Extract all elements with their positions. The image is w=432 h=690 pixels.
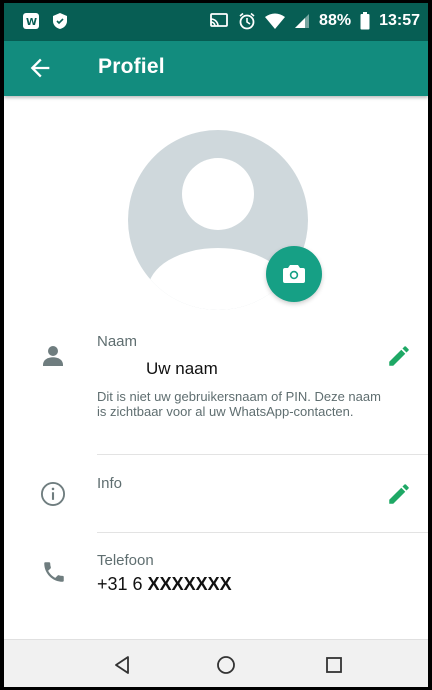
info-row[interactable]: Info xyxy=(4,455,428,532)
edit-name-icon[interactable] xyxy=(386,343,412,369)
name-hint: Dit is niet uw gebruikersnaam of PIN. De… xyxy=(97,389,381,419)
phone-label: Telefoon xyxy=(97,552,154,569)
name-value[interactable]: Uw naam xyxy=(146,359,218,379)
cast-icon xyxy=(210,13,228,27)
phone-value: +31 6 XXXXXXX xyxy=(97,574,232,595)
info-icon xyxy=(40,481,66,507)
profile-photo[interactable] xyxy=(128,130,322,310)
shield-icon xyxy=(53,13,67,29)
back-triangle-icon[interactable] xyxy=(110,653,134,677)
alarm-icon xyxy=(239,12,255,30)
phone-icon xyxy=(44,562,64,582)
status-bar: W 88% 13:57 xyxy=(4,3,428,41)
info-label: Info xyxy=(97,475,123,492)
arrow-back-icon[interactable] xyxy=(26,54,54,82)
battery-icon xyxy=(360,12,370,30)
edit-info-icon[interactable] xyxy=(386,481,412,507)
phone-row: Telefoon +31 6 XXXXXXX xyxy=(4,533,428,613)
app-w-icon: W xyxy=(23,13,39,29)
wifi-icon xyxy=(265,13,286,29)
person-icon xyxy=(43,346,63,366)
phone-number: XXXXXXX xyxy=(147,574,232,594)
recents-square-icon[interactable] xyxy=(322,653,346,677)
name-label: Naam xyxy=(97,333,138,350)
name-row: Naam Uw naam Dit is niet uw gebruikersna… xyxy=(4,329,428,454)
battery-percentage: 88% xyxy=(319,12,352,29)
page-title: Profiel xyxy=(98,55,165,78)
svg-text:W: W xyxy=(26,17,37,28)
app-bar: Profiel xyxy=(4,41,428,96)
profile-screen: W 88% 13:57 Profiel Naam Uw naam Dit is … xyxy=(4,3,428,687)
clock: 13:57 xyxy=(379,12,420,29)
phone-prefix: +31 6 xyxy=(97,574,143,594)
signal-icon xyxy=(295,14,310,28)
home-circle-icon[interactable] xyxy=(214,653,238,677)
camera-icon xyxy=(283,265,305,283)
system-nav-bar xyxy=(4,639,428,687)
change-photo-button[interactable] xyxy=(266,246,322,302)
